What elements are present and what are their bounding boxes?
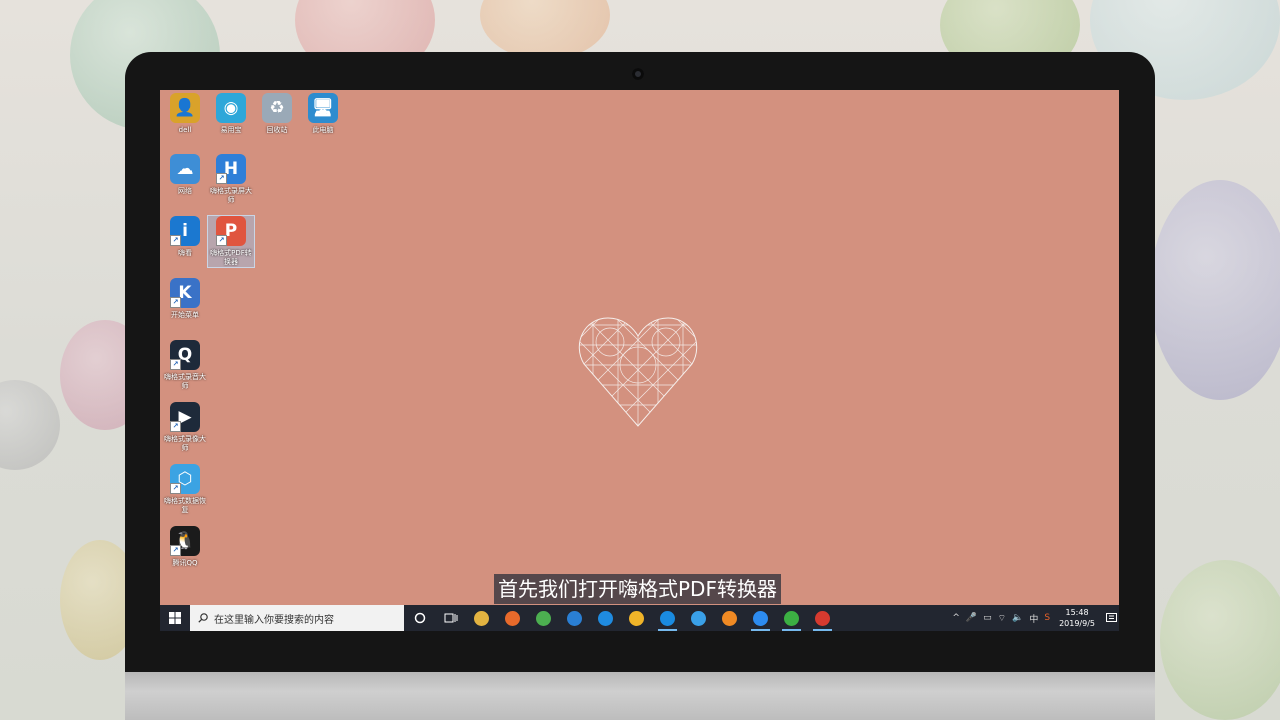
desktop-icon-label: 嗨格式数据恢复 [164,497,206,514]
chrome-2-icon [629,610,644,626]
input-language-indicator[interactable]: 中 [1029,612,1038,625]
desktop-icon-pdf-converter[interactable]: P ↗ 嗨格式PDF转换器 [207,215,255,268]
ime-icon[interactable]: S [1044,613,1050,623]
shortcut-arrow-icon: ↗ [170,297,181,308]
shortcut-arrow-icon: ↗ [216,173,227,184]
desktop-icon-app-icon-q[interactable]: Q ↗ 嗨格式录音大师 [162,340,208,391]
wifi-icon[interactable]: ⌔ [998,613,1006,624]
desktop-icon-video-app[interactable]: ▶ ↗ 嗨格式录像大师 [162,402,208,453]
video-subtitle: 首先我们打开嗨格式PDF转换器 [494,574,781,604]
search-icon [198,613,208,623]
taskbar-app-blue-button[interactable] [590,605,621,631]
heart-wallpaper-graphic [578,317,698,427]
orange-app-icon [722,610,737,626]
desktop-icon-qq[interactable]: 🐧 ↗ 腾讯QQ [162,526,208,568]
monitor-chin [125,672,1155,720]
shortcut-arrow-icon: ↗ [170,545,181,556]
battery-icon[interactable]: ▭ [983,613,992,623]
shortcut-arrow-icon: ↗ [170,483,181,494]
wechat-icon [784,610,799,626]
taskbar-acrobat-button[interactable] [807,605,838,631]
app-blue-icon [598,610,613,626]
desktop-icon-recycle-bin[interactable]: ♻ 回收站 [254,93,300,135]
desktop-screen: 👤 dell ◉ 易用宝 ♻ 回收站 🖥 此电脑 ☁ 网络 H ↗ 嗨格式录屏大师 i ↗ 嗨看 P ↗ 嗨格式PD… [160,90,1119,631]
desktop-icon-label: 腾讯QQ [172,559,198,567]
desktop-icon-label: 嗨格式录像大师 [164,435,206,452]
task-view-icon [444,613,457,623]
clock[interactable]: 15:48 2019/9/5 [1059,607,1095,629]
pdf-converter-icon: P ↗ [216,216,246,246]
microphone-icon[interactable]: 🎤 [966,613,977,623]
cube-app-icon: ⬡ ↗ [170,464,200,494]
volume-icon[interactable]: 🔈 [1012,613,1023,623]
file-explorer-icon [474,610,489,626]
desktop-icon-recorder-app[interactable]: H ↗ 嗨格式录屏大师 [208,154,254,205]
taskbar-firefox-button[interactable] [497,605,528,631]
desktop-icon-cube-app[interactable]: ⬡ ↗ 嗨格式数据恢复 [162,464,208,515]
app-icon-k: K ↗ [170,278,200,308]
start-button[interactable] [160,605,190,631]
user-folder-icon: 👤 [170,93,200,123]
app-icon-q: Q ↗ [170,340,200,370]
network-icon: ☁ [170,154,200,184]
desktop-icon-label: 嗨看 [178,249,192,257]
taskbar-ie-button[interactable] [683,605,714,631]
desktop-icon-label: 开始菜单 [171,311,199,319]
mail-app-icon [753,610,768,626]
taskbar-file-explorer-button[interactable] [466,605,497,631]
action-center-button[interactable] [1103,605,1119,631]
acrobat-icon [815,610,830,626]
this-pc-icon: 🖥 [308,93,338,123]
clock-date: 2019/9/5 [1059,619,1095,628]
desktop-icon-label: 易用宝 [220,126,242,134]
firefox-icon [505,610,520,626]
task-view-button[interactable] [435,605,466,631]
taskbar-chrome-2-button[interactable] [621,605,652,631]
video-app-icon: ▶ ↗ [170,402,200,432]
desktop-icon-label: 嗨格式录音大师 [164,373,206,390]
edge-icon [660,610,675,626]
desktop-icon-label: 此电脑 [312,126,334,134]
webcam [632,68,644,80]
taskbar-wechat-button[interactable] [776,605,807,631]
desktop-icon-label: 网络 [178,187,192,195]
desktop-icon-app-icon-k[interactable]: K ↗ 开始菜单 [162,278,208,320]
taskbar-chrome-button[interactable] [528,605,559,631]
taskbar-search-box[interactable]: 在这里输入你要搜索的内容 [190,605,404,631]
qq-icon: 🐧 ↗ [170,526,200,556]
desktop-icon-label: 回收站 [266,126,288,134]
desktop-icon-label: 嗨格式录屏大师 [210,187,252,204]
ie-icon [691,610,706,626]
taskbar-edge-button[interactable] [652,605,683,631]
taskbar-mail-app-button[interactable] [745,605,776,631]
desktop-icon-app-icon-1[interactable]: ◉ 易用宝 [208,93,254,135]
windows-logo-icon [169,612,181,624]
app-icon-1: ◉ [216,93,246,123]
cortana-button[interactable] [404,605,435,631]
taskbar: 在这里输入你要搜索的内容 ^ 🎤 ▭ ⌔ 🔈 中 S 15:48 2019/9/… [160,605,1119,631]
info-app-icon: i ↗ [170,216,200,246]
clock-time: 15:48 [1065,608,1089,617]
shortcut-arrow-icon: ↗ [170,235,181,246]
system-tray: ^ 🎤 ▭ ⌔ 🔈 中 S 15:48 2019/9/5 [949,605,1119,631]
search-placeholder: 在这里输入你要搜索的内容 [214,614,334,626]
desktop-icon-this-pc[interactable]: 🖥 此电脑 [300,93,346,135]
taskbar-orange-app-button[interactable] [714,605,745,631]
taskbar-browser-q-button[interactable] [559,605,590,631]
desktop-icon-info-app[interactable]: i ↗ 嗨看 [162,216,208,258]
recycle-bin-icon: ♻ [262,93,292,123]
shortcut-arrow-icon: ↗ [170,421,181,432]
browser-q-icon [567,610,582,626]
shortcut-arrow-icon: ↗ [170,359,181,370]
desktop-icon-user-folder[interactable]: 👤 dell [162,93,208,135]
desktop-icon-label: dell [178,126,192,134]
desktop-icon-label: 嗨格式PDF转换器 [210,249,252,266]
desktop-icon-network[interactable]: ☁ 网络 [162,154,208,196]
notification-icon [1105,612,1117,622]
chrome-icon [536,610,551,626]
cortana-circle-icon [414,612,425,624]
shortcut-arrow-icon: ↗ [216,235,227,246]
chevron-up-icon[interactable]: ^ [952,613,960,623]
recorder-app-icon: H ↗ [216,154,246,184]
